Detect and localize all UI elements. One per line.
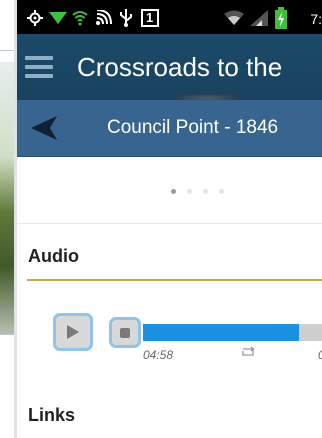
audio-heading: Audio [28, 246, 79, 266]
wifi-icon [72, 9, 88, 27]
pager-dot[interactable] [219, 189, 224, 194]
status-bar: 1 7: [17, 0, 322, 34]
pager-dot-active[interactable] [171, 189, 176, 194]
notification-1-icon: 1 [141, 9, 159, 27]
status-time: 7: [310, 11, 322, 27]
wifi-triangle-icon [49, 9, 67, 27]
location-title: Council Point - 1846 [107, 117, 279, 138]
usb-icon [119, 9, 133, 27]
pager-dot[interactable] [187, 189, 192, 194]
links-heading: Links [28, 405, 76, 425]
section-divider [17, 223, 322, 224]
location-header-bar: Council Point - 1846 [17, 100, 322, 157]
cell-signal-icon [250, 9, 268, 27]
background-photo [0, 62, 14, 334]
nfc-icon [95, 9, 113, 27]
wifi-signal-icon [224, 9, 244, 27]
play-icon [67, 325, 79, 339]
stop-button[interactable] [109, 317, 141, 348]
repeat-icon[interactable] [240, 345, 256, 359]
battery-charging-icon [275, 7, 287, 29]
audio-heading-rule [27, 279, 322, 281]
elapsed-time: 04:58 [143, 348, 174, 362]
stop-icon [120, 327, 130, 338]
background-divider [0, 50, 14, 51]
app-title: Crossroads to the [77, 52, 283, 82]
image-pager-indicator [171, 189, 224, 194]
notification-number: 1 [146, 10, 154, 25]
remaining-time: 0 [318, 348, 322, 362]
audio-progress-fill [143, 324, 299, 341]
audio-progress-bar[interactable] [143, 324, 322, 341]
background-divider-bottom [0, 334, 14, 335]
gps-icon [27, 9, 43, 27]
hamburger-menu-icon[interactable] [25, 56, 53, 78]
play-button[interactable] [53, 313, 93, 351]
pager-dot[interactable] [203, 189, 208, 194]
back-arrow-icon[interactable] [31, 116, 57, 140]
phone-screen: 1 7: Crossroads to the Council Point - 1… [17, 0, 322, 438]
action-bar: Crossroads to the [17, 34, 322, 102]
